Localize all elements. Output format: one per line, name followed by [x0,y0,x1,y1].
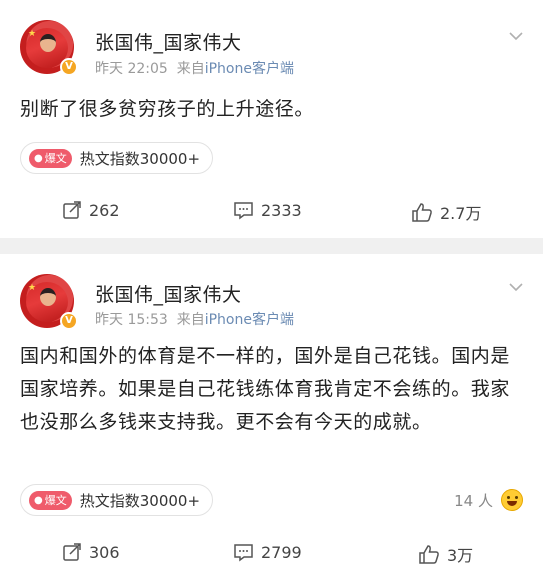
avatar-face-image [40,288,56,306]
likers-summary[interactable]: 14 人 [454,489,523,511]
hot-tag-label: 爆文 [44,152,67,165]
weibo-post: ★ V 张国伟_国家伟大 昨天 15:53 来自iPhone客户端 国内和国外的… [0,254,543,568]
repost-icon [63,543,81,561]
action-bar: 306 2799 3万 [0,542,543,568]
post-time: 昨天 15:53 [95,312,168,328]
post-meta: 昨天 22:05 来自iPhone客户端 [95,58,294,78]
comment-icon [234,544,253,562]
post-meta: 昨天 15:53 来自iPhone客户端 [95,309,294,329]
comment-icon [234,202,253,220]
post-content: 别断了很多贫穷孩子的上升途径。 [20,98,315,120]
like-button[interactable]: 3万 [418,542,473,566]
flag-star-icon: ★ [28,29,37,39]
post-time: 昨天 22:05 [95,61,168,77]
hot-index-text: 热文指数30000+ [79,491,201,510]
source-prefix: 来自 [176,61,205,77]
flame-icon: ● [34,152,43,164]
laughing-emoji-icon [501,489,523,511]
post-separator [0,238,543,254]
like-button[interactable]: 2.7万 [411,200,481,224]
comment-button[interactable]: 2799 [233,542,302,562]
weibo-post: ★ V 张国伟_国家伟大 昨天 22:05 来自iPhone客户端 别断了很多贫… [0,0,543,238]
source-prefix: 来自 [176,312,205,328]
avatar-face-image [40,34,56,52]
chevron-down-icon[interactable] [509,29,523,43]
hot-tag-badge: ● 爆文 [29,490,72,510]
action-bar: 262 2333 2.7万 [0,200,543,230]
repost-count: 262 [89,200,120,220]
flag-star-icon: ★ [28,283,37,293]
avatar[interactable]: ★ V [20,274,78,330]
verified-badge-icon: V [60,312,78,330]
thumbs-up-icon [412,202,432,222]
username[interactable]: 张国伟_国家伟大 [95,280,242,307]
thumbs-up-icon [419,544,439,564]
flame-icon: ● [34,494,43,506]
repost-count: 306 [89,542,120,562]
username[interactable]: 张国伟_国家伟大 [95,28,242,55]
comment-count: 2799 [261,542,302,562]
likers-count: 14 人 [454,491,493,510]
hot-index-text: 热文指数30000+ [79,149,201,168]
hot-tag-label: 爆文 [44,494,67,507]
chevron-down-icon[interactable] [509,280,523,294]
post-source[interactable]: iPhone客户端 [205,61,294,77]
hot-tag-badge: ● 爆文 [29,148,72,168]
avatar[interactable]: ★ V [20,20,78,76]
comment-button[interactable]: 2333 [233,200,302,220]
like-count: 3万 [447,546,474,565]
verified-badge-icon: V [60,58,78,76]
like-count: 2.7万 [440,204,482,223]
repost-button[interactable]: 262 [62,200,120,220]
post-source[interactable]: iPhone客户端 [205,312,294,328]
hot-index-pill[interactable]: ● 爆文 热文指数30000+ [20,484,214,516]
comment-count: 2333 [261,200,302,220]
repost-button[interactable]: 306 [62,542,120,562]
post-content: 国内和国外的体育是不一样的，国外是自己花钱。国内是国家培养。如果是自己花钱练体育… [20,345,511,433]
repost-icon [63,201,81,219]
hot-index-pill[interactable]: ● 爆文 热文指数30000+ [20,142,214,174]
